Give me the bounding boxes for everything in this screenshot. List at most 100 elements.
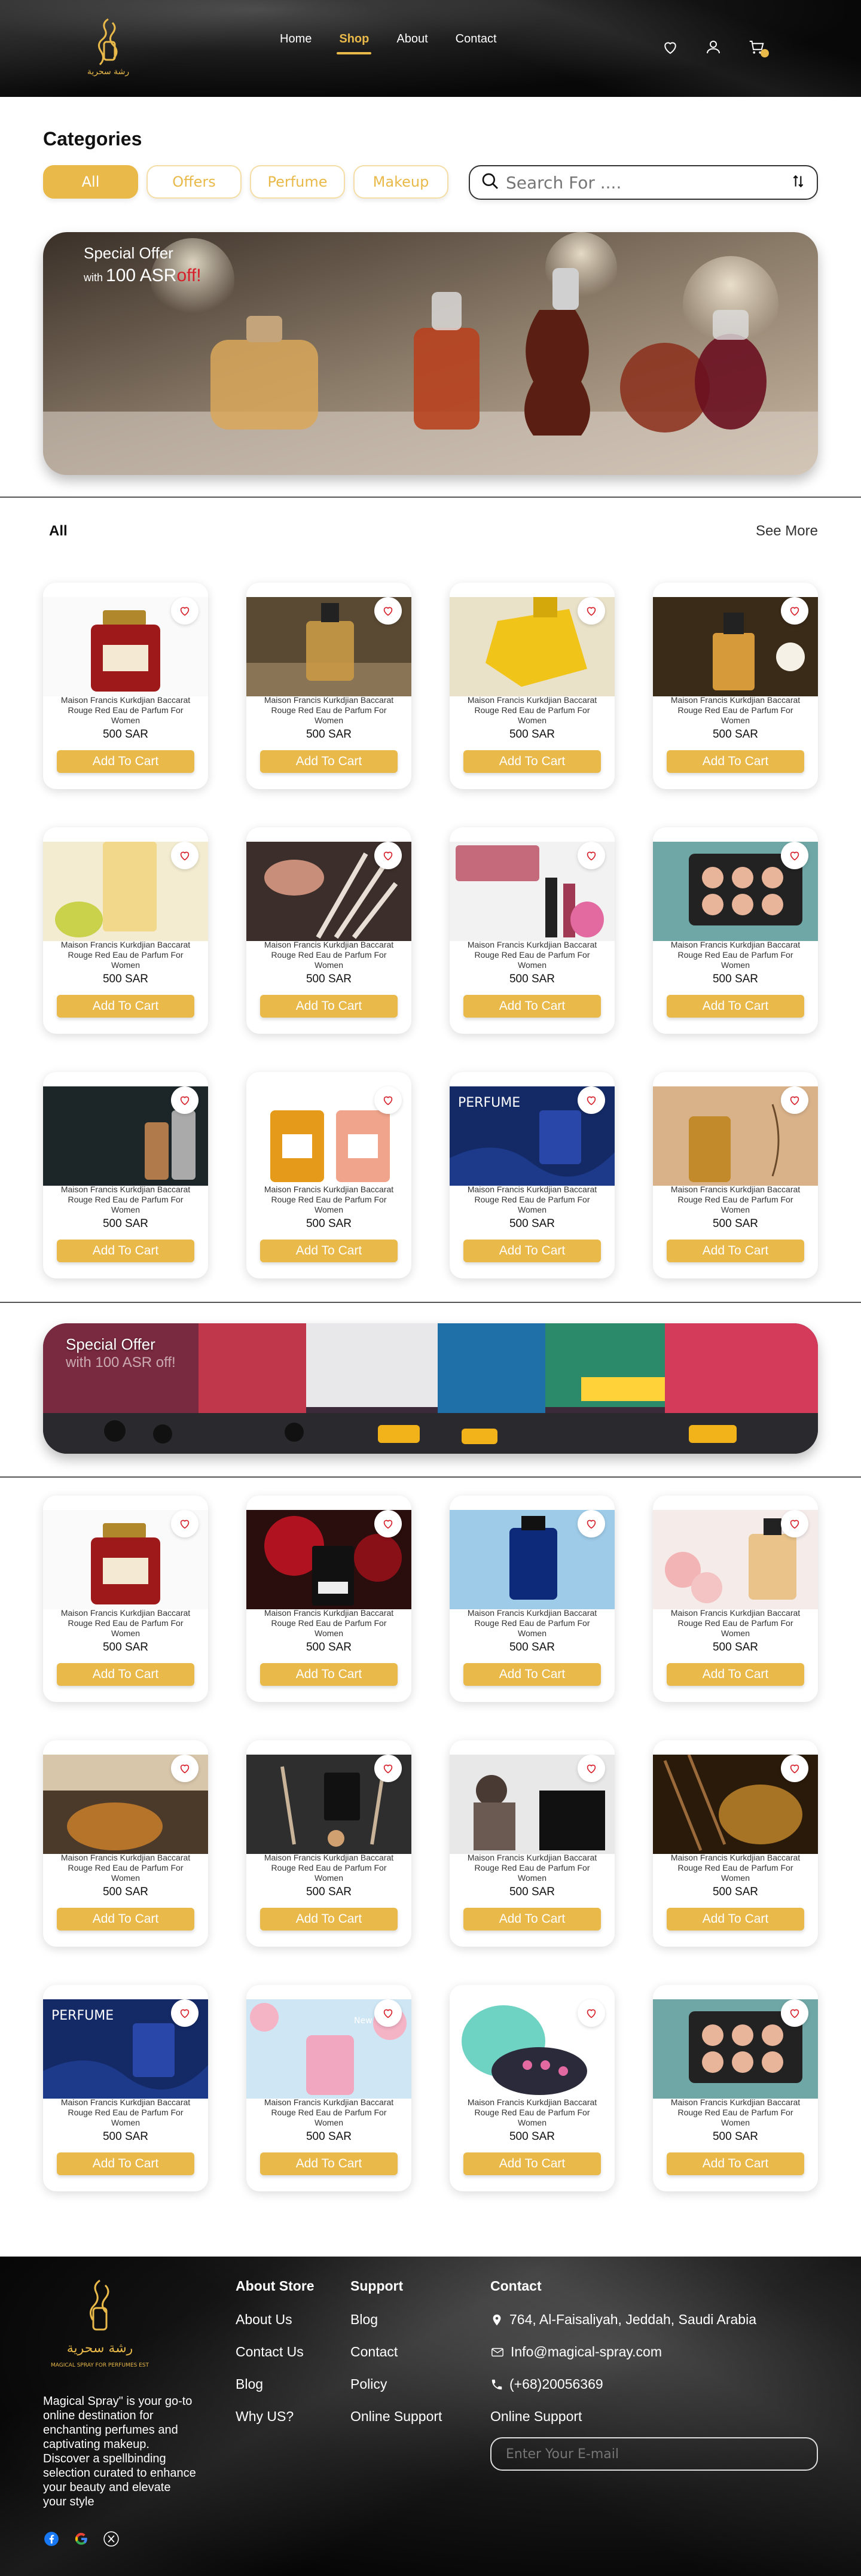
add-to-cart-button[interactable]: Add To Cart [260,1240,398,1262]
product-card[interactable]: Maison Francis Kurkdjian Baccarat Rouge … [246,1740,411,1947]
add-to-cart-button[interactable]: Add To Cart [260,1663,398,1686]
category-all[interactable]: All [43,165,138,199]
add-to-cart-button[interactable]: Add To Cart [667,750,804,773]
contact-online-support[interactable]: Online Support [490,2408,825,2425]
favorite-heart-icon[interactable] [578,1755,605,1782]
favorite-heart-icon[interactable] [781,597,808,625]
product-card[interactable]: Maison Francis Kurkdjian Baccarat Rouge … [653,1740,818,1947]
product-card[interactable]: Maison Francis Kurkdjian Baccarat Rouge … [246,1072,411,1278]
add-to-cart-button[interactable]: Add To Cart [463,1908,601,1931]
wishlist-heart-icon[interactable] [661,38,679,56]
search-input[interactable] [506,172,790,193]
add-to-cart-button[interactable]: Add To Cart [260,750,398,773]
contact-email[interactable]: Info@magical-spray.com [490,2344,825,2360]
product-card[interactable]: Maison Francis Kurkdjian Baccarat Rouge … [43,1740,208,1947]
product-card[interactable]: Maison Francis Kurkdjian Baccarat Rouge … [450,827,615,1034]
favorite-heart-icon[interactable] [374,597,402,625]
add-to-cart-button[interactable]: Add To Cart [260,2152,398,2175]
product-card[interactable]: Maison Francis Kurkdjian Baccarat Rouge … [653,1496,818,1702]
product-card[interactable]: Maison Francis Kurkdjian Baccarat Rouge … [246,827,411,1034]
favorite-heart-icon[interactable] [171,1999,199,2027]
special-offer-banner[interactable]: Special Offer with 100 ASRoff! [43,232,818,475]
x-twitter-icon[interactable] [103,2531,120,2547]
favorite-heart-icon[interactable] [374,1510,402,1537]
product-card[interactable]: Maison Francis Kurkdjian Baccarat Rouge … [450,583,615,789]
cart-icon[interactable] [747,38,769,57]
favorite-heart-icon[interactable] [171,597,199,625]
nav-home[interactable]: Home [280,32,312,54]
product-card[interactable]: Maison Francis Kurkdjian Baccarat Rouge … [43,1072,208,1278]
add-to-cart-button[interactable]: Add To Cart [463,2152,601,2175]
add-to-cart-button[interactable]: Add To Cart [667,1908,804,1931]
google-icon[interactable] [73,2531,90,2547]
see-more-link[interactable]: See More [756,523,818,540]
product-card[interactable]: Maison Francis Kurkdjian Baccarat Rouge … [450,1496,615,1702]
add-to-cart-button[interactable]: Add To Cart [667,2152,804,2175]
favorite-heart-icon[interactable] [171,1086,199,1114]
favorite-heart-icon[interactable] [781,1999,808,2027]
add-to-cart-button[interactable]: Add To Cart [260,1908,398,1931]
add-to-cart-button[interactable]: Add To Cart [57,1240,194,1262]
add-to-cart-button[interactable]: Add To Cart [463,1240,601,1262]
favorite-heart-icon[interactable] [578,597,605,625]
product-card[interactable]: Maison Francis Kurkdjian Baccarat Rouge … [246,583,411,789]
add-to-cart-button[interactable]: Add To Cart [260,995,398,1018]
product-card[interactable]: Maison Francis Kurkdjian Baccarat Rouge … [43,583,208,789]
footer-link-policy[interactable]: Policy [350,2376,470,2392]
favorite-heart-icon[interactable] [781,1510,808,1537]
add-to-cart-button[interactable]: Add To Cart [57,750,194,773]
category-offers[interactable]: Offers [146,165,242,199]
add-to-cart-button[interactable]: Add To Cart [463,995,601,1018]
facebook-icon[interactable] [43,2531,60,2547]
nav-shop[interactable]: Shop [337,32,372,54]
favorite-heart-icon[interactable] [781,1086,808,1114]
product-card[interactable]: Maison Francis Kurkdjian Baccarat Rouge … [653,1072,818,1278]
favorite-heart-icon[interactable] [171,1755,199,1782]
product-card[interactable]: Maison Francis Kurkdjian Baccarat Rouge … [653,1985,818,2191]
add-to-cart-button[interactable]: Add To Cart [667,1240,804,1262]
product-card[interactable]: Maison Francis Kurkdjian Baccarat Rouge … [450,1740,615,1947]
add-to-cart-button[interactable]: Add To Cart [57,1908,194,1931]
product-card[interactable]: Maison Francis Kurkdjian Baccarat Rouge … [653,827,818,1034]
special-offer-banner-city[interactable]: Special Offer with 100 ASR off! [43,1323,818,1454]
nav-about[interactable]: About [396,32,428,54]
favorite-heart-icon[interactable] [374,842,402,869]
sort-icon[interactable] [790,173,806,192]
footer-link-support-contact[interactable]: Contact [350,2344,470,2360]
product-card[interactable]: Maison Francis Kurkdjian Baccarat Rouge … [450,1985,615,2191]
newsletter-email-input[interactable] [506,2446,802,2462]
add-to-cart-button[interactable]: Add To Cart [57,1663,194,1686]
contact-phone[interactable]: (+68)20056369 [490,2376,825,2392]
add-to-cart-button[interactable]: Add To Cart [667,1663,804,1686]
product-card[interactable]: PERFUME Maison Francis Kurkdjian Baccarat… [43,1985,208,2191]
favorite-heart-icon[interactable] [578,1086,605,1114]
favorite-heart-icon[interactable] [171,842,199,869]
footer-link-online-support[interactable]: Online Support [350,2408,470,2425]
nav-contact[interactable]: Contact [456,32,497,54]
product-card[interactable]: New Maison Francis Kurkdjian Baccarat Rou… [246,1985,411,2191]
category-perfume[interactable]: Perfume [250,165,345,199]
search-icon[interactable] [481,172,500,194]
favorite-heart-icon[interactable] [578,842,605,869]
footer-link-why-us[interactable]: Why US? [236,2408,325,2425]
product-card[interactable]: Maison Francis Kurkdjian Baccarat Rouge … [43,1496,208,1702]
favorite-heart-icon[interactable] [578,1999,605,2027]
favorite-heart-icon[interactable] [781,1755,808,1782]
add-to-cart-button[interactable]: Add To Cart [667,995,804,1018]
add-to-cart-button[interactable]: Add To Cart [463,1663,601,1686]
category-makeup[interactable]: Makeup [353,165,448,199]
product-card[interactable]: Maison Francis Kurkdjian Baccarat Rouge … [43,827,208,1034]
product-card[interactable]: PERFUME Maison Francis Kurkdjian Baccarat… [450,1072,615,1278]
add-to-cart-button[interactable]: Add To Cart [57,2152,194,2175]
footer-logo[interactable]: رشة سحرية MAGICAL SPRAY FOR PERFUMES EST [43,2274,157,2376]
footer-link-about-us[interactable]: About Us [236,2312,325,2328]
product-card[interactable]: Maison Francis Kurkdjian Baccarat Rouge … [246,1496,411,1702]
favorite-heart-icon[interactable] [171,1510,199,1537]
add-to-cart-button[interactable]: Add To Cart [57,995,194,1018]
favorite-heart-icon[interactable] [374,1755,402,1782]
user-account-icon[interactable] [704,38,722,56]
add-to-cart-button[interactable]: Add To Cart [463,750,601,773]
brand-logo[interactable]: رشة سحرية [75,14,141,80]
footer-link-blog[interactable]: Blog [236,2376,325,2392]
product-card[interactable]: Maison Francis Kurkdjian Baccarat Rouge … [653,583,818,789]
